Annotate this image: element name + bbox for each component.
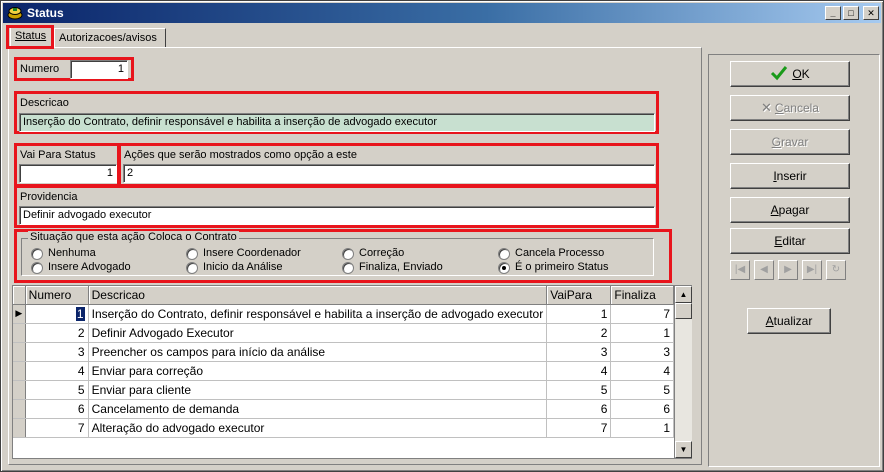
table-row[interactable]: ▶ 1 Inserção do Contrato, definir respon… [13,304,674,324]
column-header[interactable]: Descricao [88,286,548,305]
scroll-thumb[interactable] [675,303,692,319]
status-table: Numero Descricao VaiPara Finaliza ▶ 1 In… [13,286,674,438]
acoes-field[interactable]: 2 [123,164,655,183]
row-indicator [13,418,26,438]
refresh-icon[interactable]: ↻ [826,260,846,280]
cell-descricao[interactable]: Definir Advogado Executor [88,323,548,343]
maximize-icon[interactable]: □ [843,6,859,20]
cancel-x-icon: ✕ [761,100,772,115]
cell-finaliza[interactable]: 4 [610,361,674,381]
providencia-field[interactable]: Definir advogado executor [19,206,655,225]
cell-descricao[interactable]: Enviar para cliente [88,380,548,400]
cell-numero[interactable]: 3 [25,342,89,362]
cell-finaliza[interactable]: 1 [610,418,674,438]
cell-vaipara[interactable]: 3 [546,342,612,362]
window-title: Status [27,6,64,20]
radio-dot [31,248,43,260]
row-indicator [13,380,26,400]
gravar-button[interactable]: Gravar [730,129,850,155]
cell-numero[interactable]: 6 [25,399,89,419]
scroll-down-icon[interactable]: ▼ [675,441,692,458]
inserir-button[interactable]: Inserir [730,163,850,189]
radio-dot [186,248,198,260]
situacao-title: Situação que esta ação Coloca o Contrato [28,231,239,243]
minimize-icon[interactable]: _ [825,6,841,20]
highlight-tab-status [6,25,54,49]
row-indicator [13,399,26,419]
cell-finaliza[interactable]: 7 [610,304,674,324]
table-row[interactable]: 6 Cancelamento de demanda 6 6 [13,399,674,419]
tab-autorizacoes[interactable]: Autorizacoes/avisos [54,28,166,48]
first-record-icon[interactable]: |◀ [730,260,750,280]
row-indicator [13,323,26,343]
cell-descricao[interactable]: Cancelamento de demanda [88,399,548,419]
vai-para-field[interactable]: 1 [19,164,117,183]
table-row[interactable]: 4 Enviar para correção 4 4 [13,361,674,381]
cell-descricao[interactable]: Alteração do advogado executor [88,418,548,438]
cell-numero[interactable]: 5 [25,380,89,400]
scroll-up-icon[interactable]: ▲ [675,286,692,303]
row-indicator [13,342,26,362]
editar-button[interactable]: Editar [730,228,850,254]
cell-vaipara[interactable]: 7 [546,418,612,438]
cell-numero[interactable]: 1 [25,304,89,324]
cell-vaipara[interactable]: 4 [546,361,612,381]
close-icon[interactable]: ✕ [863,6,879,20]
table-row[interactable]: 5 Enviar para cliente 5 5 [13,380,674,400]
cell-descricao[interactable]: Preencher os campos para início da análi… [88,342,548,362]
status-grid[interactable]: Numero Descricao VaiPara Finaliza ▶ 1 In… [12,285,675,459]
last-record-icon[interactable]: ▶| [802,260,822,280]
descricao-field[interactable]: Inserção do Contrato, definir responsáve… [19,113,655,132]
cell-finaliza[interactable]: 6 [610,399,674,419]
radio-dot [498,248,510,260]
radio-dot [498,262,510,274]
table-row[interactable]: 2 Definir Advogado Executor 2 1 [13,323,674,343]
cell-descricao[interactable]: Enviar para correção [88,361,548,381]
column-header[interactable]: VaiPara [546,286,612,305]
cell-finaliza[interactable]: 3 [610,342,674,362]
grid-header: Numero Descricao VaiPara Finaliza [13,286,674,305]
column-header[interactable]: Numero [25,286,89,305]
grid-indicator-header [13,286,26,305]
numero-field[interactable]: 1 [70,60,128,79]
ok-button[interactable]: OK [730,61,850,87]
column-header[interactable]: Finaliza [610,286,674,305]
check-icon [771,66,788,81]
row-indicator [13,361,26,381]
next-record-icon[interactable]: ▶ [778,260,798,280]
app-icon [7,7,23,20]
numero-label: Numero [20,63,60,75]
cell-finaliza[interactable]: 5 [610,380,674,400]
prior-record-icon[interactable]: ◀ [754,260,774,280]
status-window: Status _ □ ✕ Status Autorizacoes/avisos … [0,0,884,472]
cancela-button[interactable]: ✕ Cancela [730,95,850,121]
acoes-label: Ações que serão mostrados como opção a e… [124,149,357,161]
cell-finaliza[interactable]: 1 [610,323,674,343]
cell-vaipara[interactable]: 5 [546,380,612,400]
grid-scrollbar[interactable]: ▲ ▼ [675,285,692,459]
table-row[interactable]: 3 Preencher os campos para início da aná… [13,342,674,362]
descricao-label: Descricao [20,97,69,109]
table-row[interactable]: 7 Alteração do advogado executor 7 1 [13,418,674,438]
radio-dot [342,262,354,274]
vai-para-label: Vai Para Status [20,149,96,161]
cell-vaipara[interactable]: 6 [546,399,612,419]
cell-numero[interactable]: 7 [25,418,89,438]
radio-dot [31,262,43,274]
radio-dot [342,248,354,260]
cell-vaipara[interactable]: 2 [546,323,612,343]
providencia-label: Providencia [20,191,78,203]
row-pointer-icon: ▶ [13,304,26,324]
atualizar-button[interactable]: Atualizar [747,308,831,334]
title-bar[interactable]: Status _ □ ✕ [3,3,881,23]
cell-numero[interactable]: 4 [25,361,89,381]
apagar-button[interactable]: Apagar [730,197,850,223]
cell-numero[interactable]: 2 [25,323,89,343]
radio-dot [186,262,198,274]
cell-vaipara[interactable]: 1 [546,304,612,324]
cell-descricao[interactable]: Inserção do Contrato, definir responsáve… [88,304,548,324]
